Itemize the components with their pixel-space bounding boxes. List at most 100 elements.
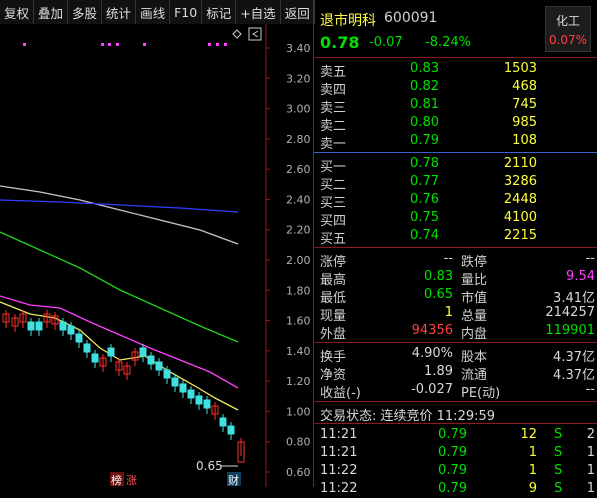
candle-body [147,355,155,365]
y-tick-label: 1.60 [286,315,311,328]
multi-stock-button[interactable]: 多股 [68,0,103,24]
stat-row: 最高 0.83 量比 9.54 [320,269,595,288]
signal-dot [23,43,26,46]
ask-row: 卖三 0.81 745 [320,97,537,116]
add-watchlist-button[interactable]: +自选 [236,0,281,24]
y-tick-label: 3.00 [286,103,311,116]
chart-tags: 榜 涨 财 [110,472,241,487]
stats-block-2: 换手 4.90% 股本 4.37亿 净资 1.89 流通 4.37亿 收益(-) -0.0… [314,343,597,402]
candle-body [219,417,227,427]
current-price: 0.78 [320,33,360,52]
bid-row: 买三 0.76 2448 [320,192,537,211]
y-tick-label: 1.40 [286,345,311,358]
ask-row: 卖五 0.83 1503 [320,61,537,80]
tick-row: 11:22 0.79 9 S 1 [320,481,595,496]
price-change: -0.07 [369,35,403,50]
signal-dot [101,43,104,46]
candle-body [27,321,35,331]
candle-body [203,399,211,409]
price-change-pct: -8.24% [425,35,471,50]
y-tick-label: 2.20 [286,224,311,237]
diamond-icon[interactable] [232,29,242,39]
candle-body [107,347,115,357]
tag-zhang: 涨 [126,474,137,487]
signal-dot [224,43,227,46]
tick-row: 11:22 0.79 1 S 1 [320,463,595,478]
tick-row: 11:21 0.79 12 S 2 [320,427,595,442]
sector-badge[interactable]: 化工 0.07% [545,6,591,52]
stat-row: 最低 0.65 市值 3.41亿 [320,287,595,306]
bid-row: 买二 0.77 3286 [320,174,537,193]
signal-dot [216,43,219,46]
signal-dot [116,43,119,46]
candle-body [91,353,99,363]
ma-line-yellow [0,301,239,411]
ask-row: 卖四 0.82 468 [320,79,537,98]
candle-body [187,389,195,399]
quote-header: 退市明科 600091 0.78 -0.07 -8.24% 化工 0.07% [314,0,597,58]
sector-name: 化工 [555,14,580,28]
stat-row: 涨停 -- 跌停 -- [320,251,595,270]
signal-dot [108,43,111,46]
statistics-button[interactable]: 统计 [102,0,137,24]
mark-button[interactable]: 标记 [202,0,237,24]
tag-cai: 财 [228,473,239,487]
low-price-label: 0.65 [196,459,223,473]
low-price-marker: 0.65 [196,459,238,473]
ask-row: 卖一 0.79 108 [320,133,537,152]
y-tick-label: 1.20 [286,375,311,388]
restore-rights-button[interactable]: 复权 [0,0,35,24]
y-tick-label: 2.40 [286,193,311,206]
tag-bang: 榜 [111,473,122,487]
candlestick-chart[interactable]: 3.40 3.20 3.00 2.80 2.60 2.40 2.20 2.00 1.80 1.60… [0,24,313,487]
candle-body [59,321,67,331]
signal-dot [143,43,146,46]
collapse-icon[interactable] [248,27,262,41]
candle-body [83,343,91,353]
stat-row: 净资 1.89 流通 4.37亿 [320,364,595,383]
bid-row: 买五 0.74 2215 [320,228,537,247]
quote-panel: 退市明科 600091 0.78 -0.07 -8.24% 化工 0.07% 卖… [313,0,597,496]
chart-toolbar: 复权 叠加 多股 统计 画线 F10 标记 +自选 返回 [0,0,315,24]
trading-status: 交易状态: 连续竞价 11:29:59 [314,402,597,424]
candle-body [67,325,75,335]
y-tick-label: 1.80 [286,284,311,297]
candle-body [155,361,163,371]
stat-row: 外盘 94356 内盘 119901 [320,323,595,342]
candle-body [171,377,179,387]
y-tick-label: 2.80 [286,133,311,146]
candle-body [163,369,171,379]
stat-row: 现量 1 总量 214257 [320,305,595,324]
stock-name[interactable]: 退市明科 [320,10,376,30]
stock-code: 600091 [384,10,438,26]
ma-line-white [0,185,239,245]
stats-block-1: 涨停 -- 跌停 -- 最高 0.83 量比 9.54 最低 0.65 市值 3.41亿 现… [314,248,597,343]
overlay-button[interactable]: 叠加 [34,0,69,24]
trading-status-text: 交易状态: 连续竞价 11:29:59 [320,409,496,424]
f10-button[interactable]: F10 [170,0,203,24]
y-tick-label: 3.20 [286,72,311,85]
candle-body [35,321,43,331]
y-tick-label: 3.40 [286,42,311,55]
y-tick-label: 0.80 [286,436,311,449]
candle-body [179,383,187,393]
candle-body [75,333,83,343]
ask-book: 卖五 0.83 1503 卖四 0.82 468 卖三 0.81 745 卖二 0.80 985… [314,58,597,153]
draw-line-button[interactable]: 画线 [136,0,171,24]
stat-row: 换手 4.90% 股本 4.37亿 [320,346,595,365]
candle-body [139,347,147,357]
signal-dot [208,43,211,46]
ask-row: 卖二 0.80 985 [320,115,537,134]
sector-pct: 0.07% [548,33,588,47]
stat-row: 收益(-) -0.027 PE(动) -- [320,382,595,401]
tick-row: 11:21 0.79 1 S 1 [320,445,595,460]
bid-row: 买一 0.78 2110 [320,156,537,175]
bid-book: 买一 0.78 2110 买二 0.77 3286 买三 0.76 2448 买四 0.75 4… [314,153,597,248]
candle-body [227,425,235,435]
y-tick-label: 2.60 [286,163,311,176]
back-button[interactable]: 返回 [281,0,315,24]
y-tick-label: 1.00 [286,405,311,418]
y-tick-label: 2.00 [286,254,311,267]
y-tick-label: 0.60 [286,466,311,479]
candle-body [195,395,203,405]
